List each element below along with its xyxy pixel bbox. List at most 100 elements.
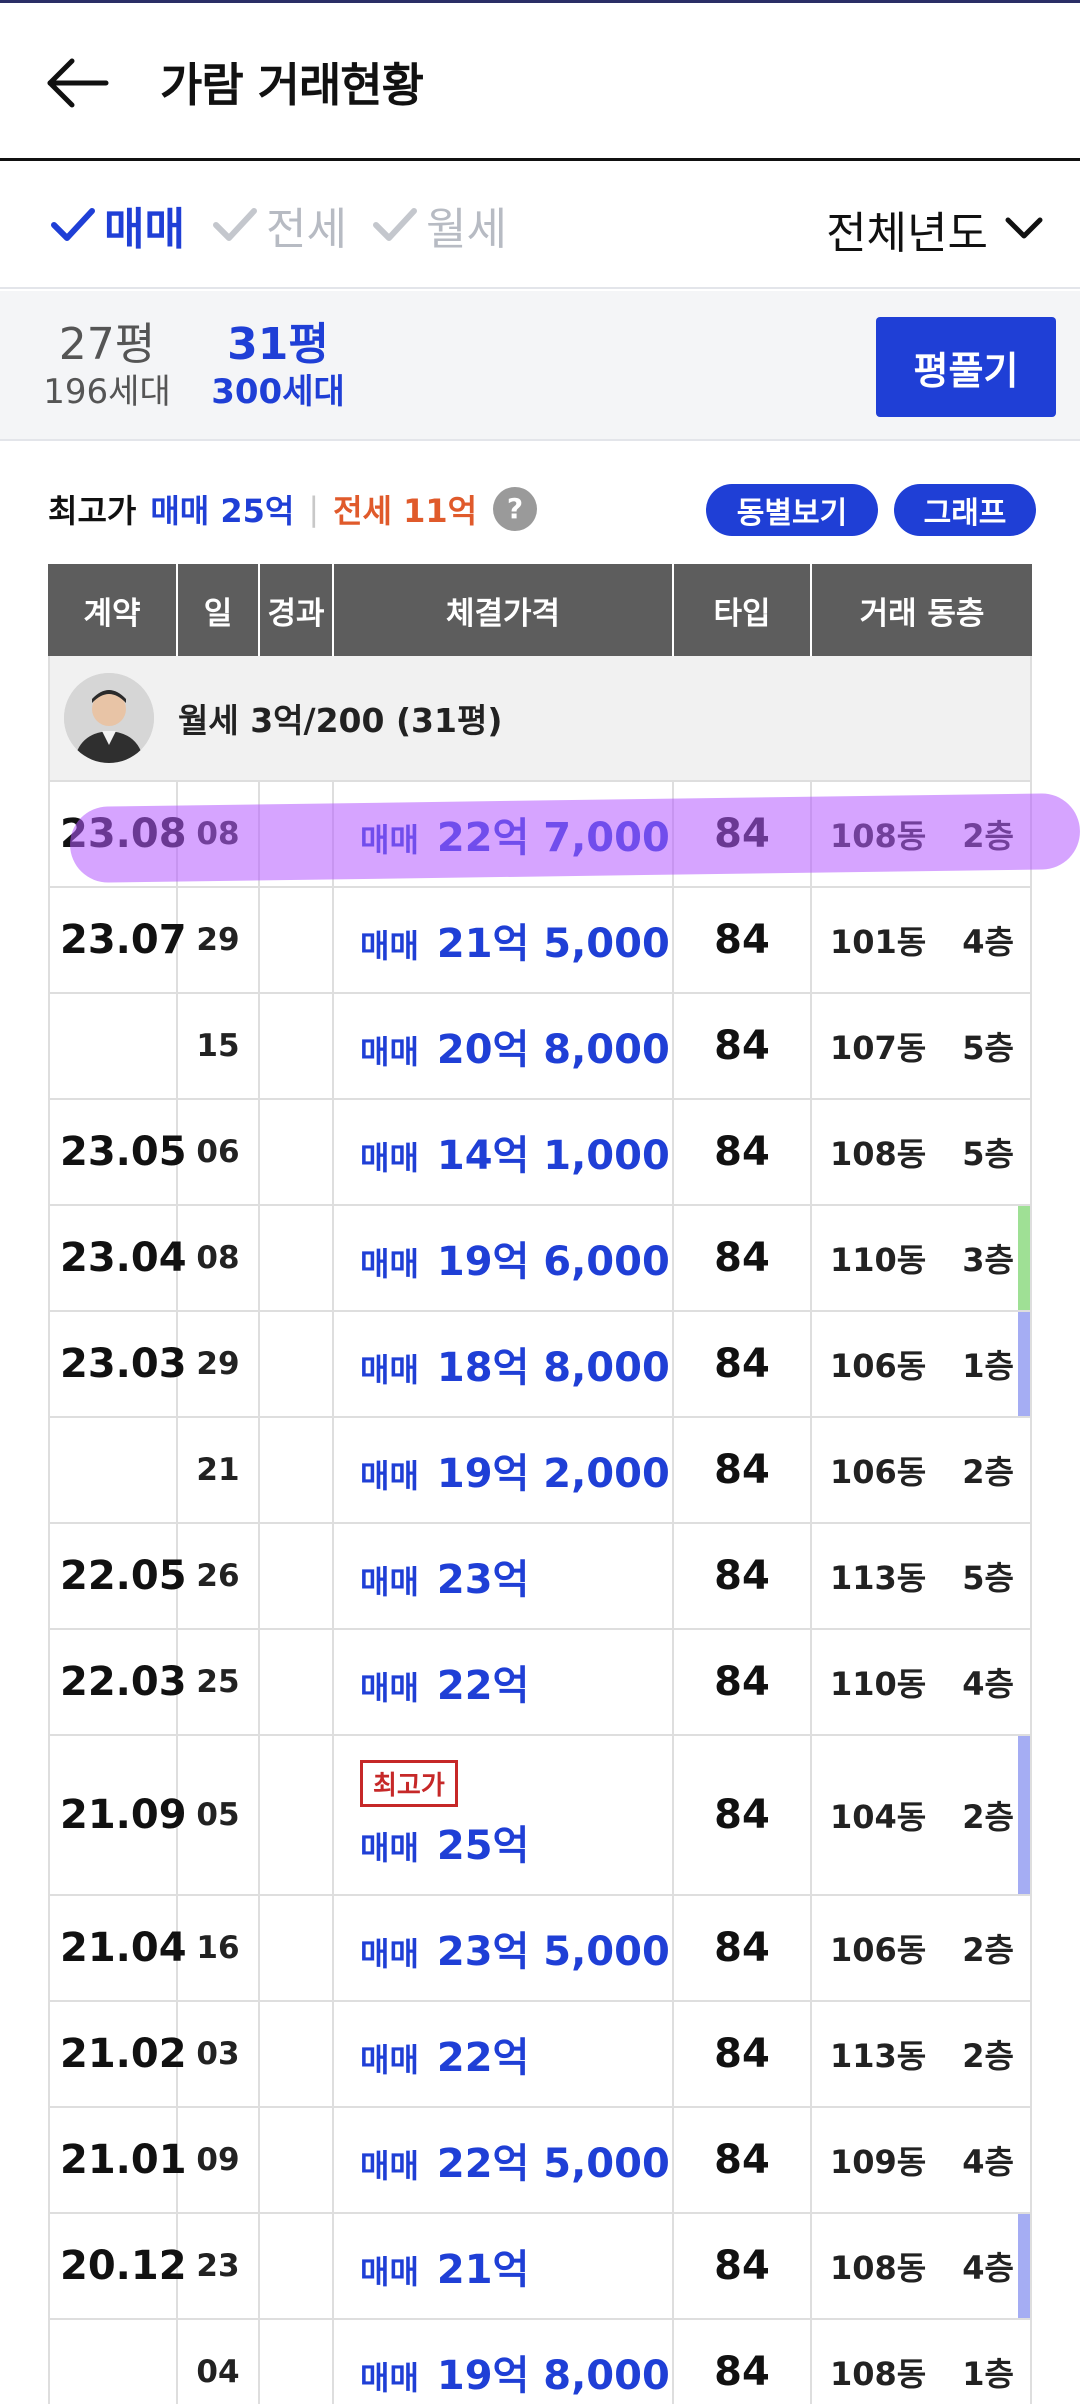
- elapsed-cell: [260, 2002, 334, 2106]
- price-cell: 매매 22억: [334, 1630, 674, 1734]
- row-marker-bar: [1018, 1736, 1030, 1894]
- elapsed-cell: [260, 888, 334, 992]
- filter-sale[interactable]: 매매: [50, 197, 185, 255]
- table-row[interactable]: 23.07 29 매매 21억 5,000 84 101동 4층: [48, 888, 1032, 994]
- deal-kind: 매매: [360, 1669, 419, 1707]
- dong-floor-cell: 106동 1층: [812, 1312, 1030, 1416]
- pyeong-selector: 27평 196세대 31평 300세대 평풀기: [0, 291, 1080, 441]
- deal-price: 23억: [436, 1557, 530, 1603]
- filter-monthly-rent[interactable]: 월세: [372, 197, 507, 255]
- rent-notice-text: 월세 3억/200 (31평): [178, 701, 503, 740]
- contract-day: 15: [178, 994, 260, 1098]
- row-marker-bar: [1018, 1206, 1030, 1310]
- sale-max-price: 매매 25억: [150, 492, 295, 530]
- elapsed-cell: [260, 2214, 334, 2318]
- unit-type: 84: [674, 1524, 812, 1628]
- price-line: 매매 21억 5,000: [360, 911, 670, 969]
- table-row[interactable]: 21.09 05 최고가 매매 25억 84 104동 2층: [48, 1736, 1032, 1896]
- contract-month: [50, 994, 178, 1098]
- table-row[interactable]: 22.05 26 매매 23억 84 113동 5층: [48, 1524, 1032, 1630]
- dong-number: 104동: [830, 1798, 927, 1836]
- deal-kind: 매매: [360, 1935, 419, 1973]
- price-line: 매매 19억 8,000: [360, 2343, 670, 2401]
- pyeong-option-31[interactable]: 31평 300세대: [208, 319, 348, 413]
- deal-kind: 매매: [360, 1457, 419, 1495]
- deal-price: 25억: [436, 1822, 530, 1869]
- elapsed-cell: [260, 1736, 334, 1894]
- dong-number: 101동: [830, 923, 927, 961]
- deal-kind: 매매: [360, 2147, 419, 2185]
- back-arrow-icon[interactable]: [44, 53, 114, 113]
- expand-pyeong-button[interactable]: 평풀기: [876, 317, 1056, 417]
- contract-day: 16: [178, 1896, 260, 2000]
- table-row[interactable]: 22.03 25 매매 22억 84 110동 4층: [48, 1630, 1032, 1736]
- table-row[interactable]: 23.03 29 매매 18억 8,000 84 106동 1층: [48, 1312, 1032, 1418]
- dong-number: 106동: [830, 1347, 927, 1385]
- unit-type: 84: [674, 1206, 812, 1310]
- rent-notice-row[interactable]: 월세 3억/200 (31평): [48, 656, 1032, 782]
- table-row[interactable]: 20.12 23 매매 21억 84 108동 4층: [48, 2214, 1032, 2320]
- floor-number: 2층: [962, 1453, 1014, 1491]
- price-cell: 매매 21억: [334, 2214, 674, 2318]
- check-icon: [373, 208, 417, 241]
- table-row[interactable]: 21.02 03 매매 22억 84 113동 2층: [48, 2002, 1032, 2108]
- contract-month: 23.07: [50, 888, 187, 992]
- table-row[interactable]: 21 매매 19억 2,000 84 106동 2층: [48, 1418, 1032, 1524]
- filter-jeonse[interactable]: 전세: [212, 197, 347, 255]
- price-cell: 최고가 매매 25억: [334, 1736, 674, 1894]
- view-by-dong-button[interactable]: 동별보기: [706, 484, 878, 536]
- dong-floor-cell: 110동 4층: [812, 1630, 1030, 1734]
- table-row[interactable]: 21.04 16 매매 23억 5,000 84 106동 2층: [48, 1896, 1032, 2002]
- max-price-summary: 최고가 매매 25억 | 전세 11억 ?: [48, 484, 539, 534]
- deal-price: 22억: [436, 2035, 530, 2081]
- contract-month: 22.03: [50, 1630, 187, 1734]
- table-row[interactable]: 04 매매 19억 8,000 84 108동 1층: [48, 2320, 1032, 2404]
- deal-price: 19억 2,000: [436, 1451, 670, 1497]
- table-header: 계약 일 경과 체결가격 타입 거래 동층: [48, 564, 1032, 656]
- elapsed-cell: [260, 1206, 334, 1310]
- deal-price: 22억: [436, 1663, 530, 1709]
- deal-kind: 매매: [360, 1351, 419, 1389]
- chevron-down-icon: [1005, 217, 1043, 239]
- elapsed-cell: [260, 1312, 334, 1416]
- summary-label: 최고가: [48, 492, 137, 530]
- price-cell: 매매 19억 6,000: [334, 1206, 674, 1310]
- dong-floor-cell: 108동 5층: [812, 1100, 1030, 1204]
- max-price-badge: 최고가: [360, 1759, 458, 1807]
- floor-number: 4층: [962, 2249, 1014, 2287]
- elapsed-cell: [260, 1896, 334, 2000]
- contract-day: 21: [178, 1418, 260, 1522]
- highlight-mark: [69, 792, 1080, 884]
- table-row[interactable]: 23.04 08 매매 19억 6,000 84 110동 3층: [48, 1206, 1032, 1312]
- unit-type: 84: [674, 994, 812, 1098]
- help-icon[interactable]: ?: [491, 485, 539, 533]
- graph-button[interactable]: 그래프: [894, 484, 1036, 536]
- floor-number: 2층: [962, 1798, 1014, 1836]
- unit-type: 84: [674, 1736, 812, 1894]
- header-elapsed: 경과: [260, 564, 334, 656]
- floor-number: 1층: [962, 1347, 1014, 1385]
- contract-month: 23.05: [50, 1100, 187, 1204]
- filter-jeonse-label: 전세: [266, 204, 347, 255]
- dong-floor-cell: 104동 2층: [812, 1736, 1030, 1894]
- unit-type: 84: [674, 888, 812, 992]
- table-row[interactable]: 21.01 09 매매 22억 5,000 84 109동 4층: [48, 2108, 1032, 2214]
- dong-floor-cell: 109동 4층: [812, 2108, 1030, 2212]
- contract-month: 21.01: [50, 2108, 187, 2212]
- contract-day: 26: [178, 1524, 260, 1628]
- table-row[interactable]: 23.05 06 매매 14억 1,000 84 108동 5층: [48, 1100, 1032, 1206]
- pyeong-option-27[interactable]: 27평 196세대: [42, 319, 172, 413]
- check-icon: [213, 208, 257, 241]
- deal-kind: 매매: [360, 1033, 419, 1071]
- row-marker-bar: [1018, 2214, 1030, 2318]
- dong-floor-cell: 108동 1층: [812, 2320, 1030, 2404]
- avatar: [64, 673, 154, 763]
- price-cell: 매매 23억: [334, 1524, 674, 1628]
- contract-month: 21.04: [50, 1896, 187, 2000]
- table-row[interactable]: 15 매매 20억 8,000 84 107동 5층: [48, 994, 1032, 1100]
- price-cell: 매매 19억 8,000: [334, 2320, 674, 2404]
- contract-month: 22.05: [50, 1524, 187, 1628]
- year-select[interactable]: 전체년도: [826, 197, 1044, 261]
- dong-floor-cell: 113동 5층: [812, 1524, 1030, 1628]
- floor-number: 5층: [962, 1559, 1014, 1597]
